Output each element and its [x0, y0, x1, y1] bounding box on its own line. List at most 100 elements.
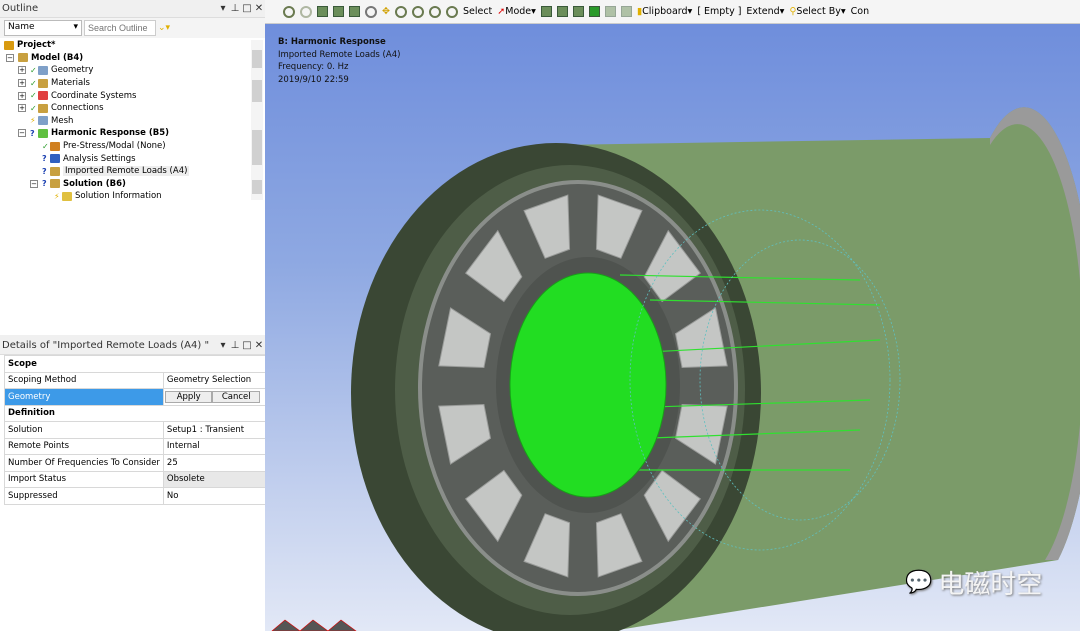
property-key: Suppressed: [4, 487, 164, 505]
coordinate-icon: [38, 91, 48, 101]
pin-icon[interactable]: ⊥: [229, 340, 241, 351]
select-by-label: Select By: [796, 6, 841, 17]
expander-icon[interactable]: +: [18, 104, 26, 113]
section-header[interactable]: Scope: [4, 355, 266, 373]
property-row[interactable]: Number Of Frequencies To Consider 25: [4, 454, 267, 472]
search-outline-input[interactable]: [84, 20, 156, 36]
select-face-icon[interactable]: [572, 6, 584, 17]
property-row[interactable]: Scoping Method Geometry Selection: [4, 371, 267, 389]
apply-button[interactable]: Apply: [164, 390, 213, 403]
dropdown-icon[interactable]: ▾: [217, 340, 229, 351]
tree-item[interactable]: Project*: [0, 39, 265, 52]
filter-select-value: Name: [8, 22, 35, 32]
expander-icon[interactable]: −: [6, 53, 14, 62]
check-icon: ✓: [30, 65, 37, 75]
select-body-icon[interactable]: [588, 6, 600, 17]
clipboard-button[interactable]: ▮Clipboard▾: [637, 6, 692, 17]
zoom-in-icon[interactable]: [394, 5, 407, 18]
pan-icon[interactable]: ✥: [382, 6, 390, 17]
filter-select[interactable]: Name ▾: [4, 20, 82, 36]
property-value[interactable]: Geometry Selection: [162, 371, 267, 389]
tree-item-label: Connections: [51, 103, 104, 114]
clipboard-label: Clipboard: [642, 6, 688, 17]
property-row[interactable]: Geometry Apply Cancel: [4, 388, 267, 406]
tree-item-label: Model (B4): [31, 52, 84, 63]
tree-item[interactable]: −? Harmonic Response (B5): [0, 127, 265, 140]
property-value[interactable]: No: [162, 487, 267, 505]
tree-item[interactable]: −? Solution (B6): [0, 178, 265, 191]
tree-item[interactable]: ⚡ Solution Information: [0, 190, 265, 203]
zoom-fit-icon[interactable]: [283, 5, 295, 18]
details-titlebar: Details of "Imported Remote Loads (A4) "…: [0, 337, 265, 355]
select-button[interactable]: Select: [463, 6, 492, 17]
solid-view-icon[interactable]: [317, 6, 328, 17]
tree-item[interactable]: ? Imported Remote Loads (A4): [0, 165, 265, 178]
property-value[interactable]: 25: [162, 454, 267, 472]
tree-item[interactable]: + ✓ Coordinate Systems: [0, 89, 265, 102]
expander-icon[interactable]: −: [30, 179, 38, 188]
dropdown-icon[interactable]: ▾: [217, 3, 229, 14]
harmonic-icon: [38, 128, 48, 138]
tree-item-label: Solution Information: [75, 191, 162, 202]
question-icon: ?: [42, 179, 47, 189]
property-key: Import Status: [4, 470, 164, 488]
close-icon[interactable]: ✕: [253, 340, 265, 351]
prestress-icon: [50, 141, 60, 151]
search-options-icon[interactable]: ⌄▾: [158, 23, 170, 33]
convert-button[interactable]: Con: [851, 6, 869, 17]
question-icon: ?: [42, 154, 47, 164]
project-icon: [4, 40, 14, 50]
tree-item[interactable]: ? Analysis Settings: [0, 152, 265, 165]
expander-icon[interactable]: +: [18, 91, 26, 100]
cancel-button[interactable]: Cancel: [212, 390, 261, 403]
mesh-icon: [38, 116, 48, 126]
select-vertex-icon[interactable]: [540, 6, 552, 17]
maximize-icon[interactable]: □: [241, 340, 253, 351]
select-edge-icon[interactable]: [556, 6, 568, 17]
tree-item[interactable]: + ✓ Geometry: [0, 64, 265, 77]
tree-item[interactable]: ⚡ Mesh: [0, 115, 265, 128]
select-by-button[interactable]: ⚲Select By▾: [789, 6, 845, 17]
tree-item-label: Project*: [17, 40, 56, 51]
zoom-box-icon[interactable]: [300, 5, 312, 18]
rotate-icon[interactable]: [365, 5, 377, 18]
mode-label: Mode: [505, 6, 532, 17]
select-node-icon[interactable]: [604, 6, 616, 17]
property-row[interactable]: Suppressed No: [4, 487, 267, 505]
tree-item[interactable]: ✓ Pre-Stress/Modal (None): [0, 140, 265, 153]
zoom-to-fit-icon[interactable]: [428, 5, 441, 18]
shaded-icon[interactable]: [333, 6, 344, 17]
question-icon: ?: [30, 128, 35, 138]
extend-button[interactable]: Extend▾: [746, 6, 784, 17]
magnifier-icon[interactable]: [445, 5, 458, 18]
geometry-icon: [38, 65, 48, 75]
pin-icon[interactable]: ⊥: [229, 3, 241, 14]
outline-scrollbar[interactable]: [251, 40, 263, 200]
outline-panel: Outline ▾⊥□✕ Name▾ ⌄▾ Project*−Model (B4…: [0, 0, 265, 335]
close-icon[interactable]: ✕: [253, 3, 265, 14]
zoom-out-icon[interactable]: [411, 5, 424, 18]
property-row[interactable]: Remote Points Internal: [4, 437, 267, 455]
check-icon: ✓: [30, 103, 37, 113]
mode-button[interactable]: ➚Mode▾: [497, 6, 536, 17]
triad: [271, 619, 357, 631]
property-value[interactable]: Setup1 : Transient: [162, 421, 267, 439]
tree-item[interactable]: + ✓ Materials: [0, 77, 265, 90]
expander-icon[interactable]: −: [18, 129, 26, 138]
property-value[interactable]: Internal: [162, 437, 267, 455]
select-element-icon[interactable]: [620, 6, 632, 17]
materials-icon: [38, 78, 48, 88]
property-row[interactable]: Solution Setup1 : Transient: [4, 421, 267, 439]
maximize-icon[interactable]: □: [241, 3, 253, 14]
expander-icon[interactable]: +: [18, 66, 26, 75]
property-value[interactable]: Obsolete: [162, 470, 267, 488]
edges-icon[interactable]: [349, 6, 360, 17]
tree-item[interactable]: − Model (B4): [0, 52, 265, 65]
tree-item[interactable]: + ✓ Connections: [0, 102, 265, 115]
lightning-icon: ⚡: [30, 116, 36, 126]
expander-icon[interactable]: +: [18, 79, 26, 88]
graphics-toolbar: ✥ Select ➚Mode▾ ▮Clipboard▾ [ Empty ] Ex…: [265, 0, 1080, 24]
graphics-viewport[interactable]: B: Harmonic Response Imported Remote Loa…: [265, 24, 1080, 631]
section-header[interactable]: Definition: [4, 404, 266, 422]
property-row[interactable]: Import Status Obsolete: [4, 470, 267, 488]
